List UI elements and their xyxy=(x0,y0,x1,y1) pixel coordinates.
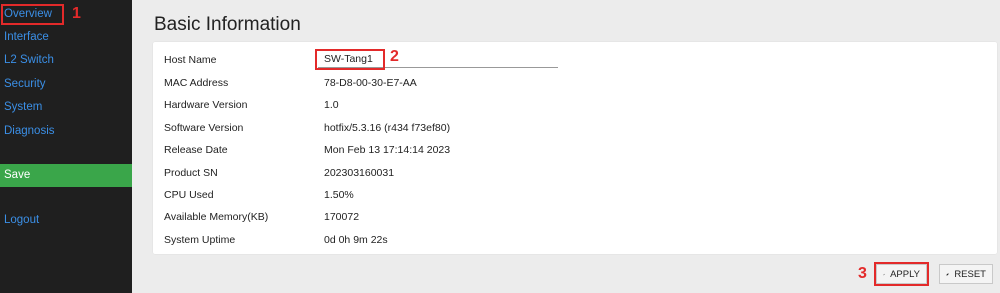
eraser-icon xyxy=(946,273,950,276)
annotation-number-3: 3 xyxy=(858,265,867,282)
sidebar-item-security[interactable]: Security xyxy=(0,73,132,95)
sidebar: Overview Interface L2 Switch Security Sy… xyxy=(0,0,132,293)
info-label-memory: Available Memory(KB) xyxy=(164,211,269,223)
info-label-release: Release Date xyxy=(164,144,228,156)
info-label-cpu: CPU Used xyxy=(164,189,214,201)
annotation-box-host-name xyxy=(315,49,385,70)
info-label-sn: Product SN xyxy=(164,167,218,179)
info-label-uptime: System Uptime xyxy=(164,234,236,246)
reset-button-label: RESET xyxy=(954,268,986,280)
sidebar-item-logout[interactable]: Logout xyxy=(0,209,132,231)
annotation-number-1: 1 xyxy=(72,5,81,22)
info-value-sn: 202303160031 xyxy=(324,167,395,179)
info-value-cpu: 1.50% xyxy=(324,189,354,201)
sidebar-item-l2-switch[interactable]: L2 Switch xyxy=(0,49,132,71)
info-label-software: Software Version xyxy=(164,122,244,134)
reset-button[interactable]: RESET xyxy=(939,264,993,284)
page-title: Basic Information xyxy=(154,14,301,35)
info-value-hardware: 1.0 xyxy=(324,99,339,111)
sidebar-item-diagnosis[interactable]: Diagnosis xyxy=(0,120,132,142)
info-label-mac: MAC Address xyxy=(164,77,229,89)
basic-info-card: Host Name MAC Address 78-D8-00-30-E7-AA … xyxy=(153,42,997,254)
info-label-hardware: Hardware Version xyxy=(164,99,248,111)
annotation-number-2: 2 xyxy=(390,48,399,65)
sidebar-item-interface[interactable]: Interface xyxy=(0,26,132,48)
info-value-memory: 170072 xyxy=(324,211,360,223)
info-value-uptime: 0d 0h 9m 22s xyxy=(324,234,388,246)
host-name-label: Host Name xyxy=(164,54,217,66)
annotation-box-overview xyxy=(1,4,64,25)
info-value-release: Mon Feb 13 17:14:14 2023 xyxy=(324,144,451,156)
sidebar-item-system[interactable]: System xyxy=(0,96,132,118)
sidebar-item-save[interactable]: Save xyxy=(0,164,132,187)
annotation-box-apply xyxy=(874,262,929,286)
info-value-software: hotfix/5.3.16 (r434 f73ef80) xyxy=(324,122,451,134)
info-value-mac: 78-D8-00-30-E7-AA xyxy=(324,77,417,89)
